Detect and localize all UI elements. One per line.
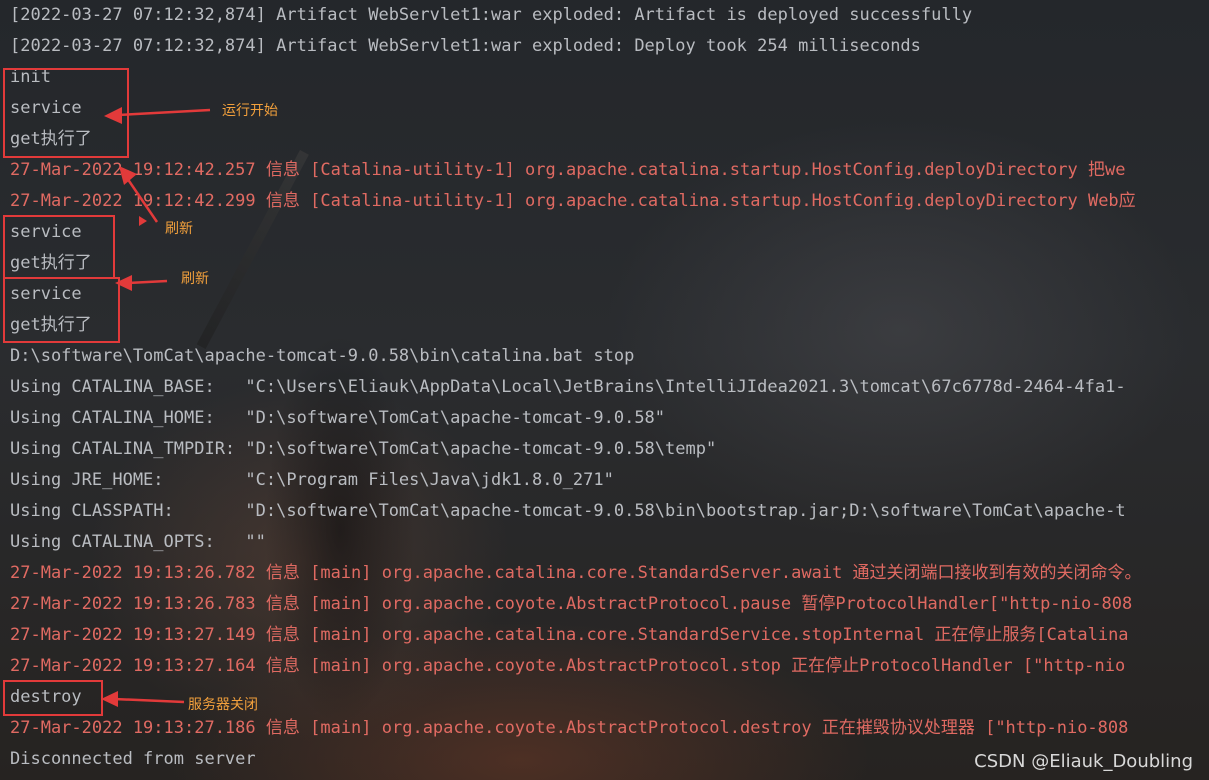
console-line: 27-Mar-2022 19:13:27.149 信息 [main] org.a… <box>10 625 1129 645</box>
console-line: 27-Mar-2022 19:13:26.783 信息 [main] org.a… <box>10 594 1133 614</box>
arrow-server-shutdown <box>101 691 185 707</box>
highlight-box-refresh-1 <box>3 215 115 279</box>
note-refresh-1: 刷新 <box>165 221 193 237</box>
arrow-refresh-2 <box>115 275 168 291</box>
note-server-shutdown: 服务器关闭 <box>188 697 258 713</box>
console-line: 27-Mar-2022 19:12:42.257 信息 [Catalina-ut… <box>10 160 1126 180</box>
console-line: Using CLASSPATH: "D:\software\TomCat\apa… <box>10 501 1126 521</box>
watermark: CSDN @Eliauk_Doubling <box>974 751 1193 772</box>
console-line: D:\software\TomCat\apache-tomcat-9.0.58\… <box>10 346 635 366</box>
console-line: 27-Mar-2022 19:13:27.164 信息 [main] org.a… <box>10 656 1126 676</box>
arrow-run-start <box>104 107 211 124</box>
console-line: 27-Mar-2022 19:12:42.299 信息 [Catalina-ut… <box>10 191 1136 211</box>
arrow-refresh-1 <box>119 166 159 226</box>
note-refresh-2: 刷新 <box>181 271 209 287</box>
console-line: init <box>10 67 51 87</box>
console-line: get执行了 <box>10 315 92 335</box>
note-run-start: 运行开始 <box>222 103 278 119</box>
console-line: Using CATALINA_TMPDIR: "D:\software\TomC… <box>10 439 717 459</box>
console-line: Using CATALINA_OPTS: "" <box>10 532 266 552</box>
console-line: [2022-03-27 07:12:32,874] Artifact WebSe… <box>10 36 921 56</box>
console-line: Using JRE_HOME: "C:\Program Files\Java\j… <box>10 470 614 490</box>
console-line: Using CATALINA_HOME: "D:\software\TomCat… <box>10 408 666 428</box>
console-line: [2022-03-27 07:12:32,874] Artifact WebSe… <box>10 5 973 25</box>
console-line: 27-Mar-2022 19:13:27.186 信息 [main] org.a… <box>10 718 1129 738</box>
console-line: 27-Mar-2022 19:13:26.782 信息 [main] org.a… <box>10 563 1142 583</box>
console-line: Using CATALINA_BASE: "C:\Users\Eliauk\Ap… <box>10 377 1126 397</box>
highlight-box-refresh-2 <box>3 277 120 343</box>
highlight-box-destroy <box>3 680 103 716</box>
